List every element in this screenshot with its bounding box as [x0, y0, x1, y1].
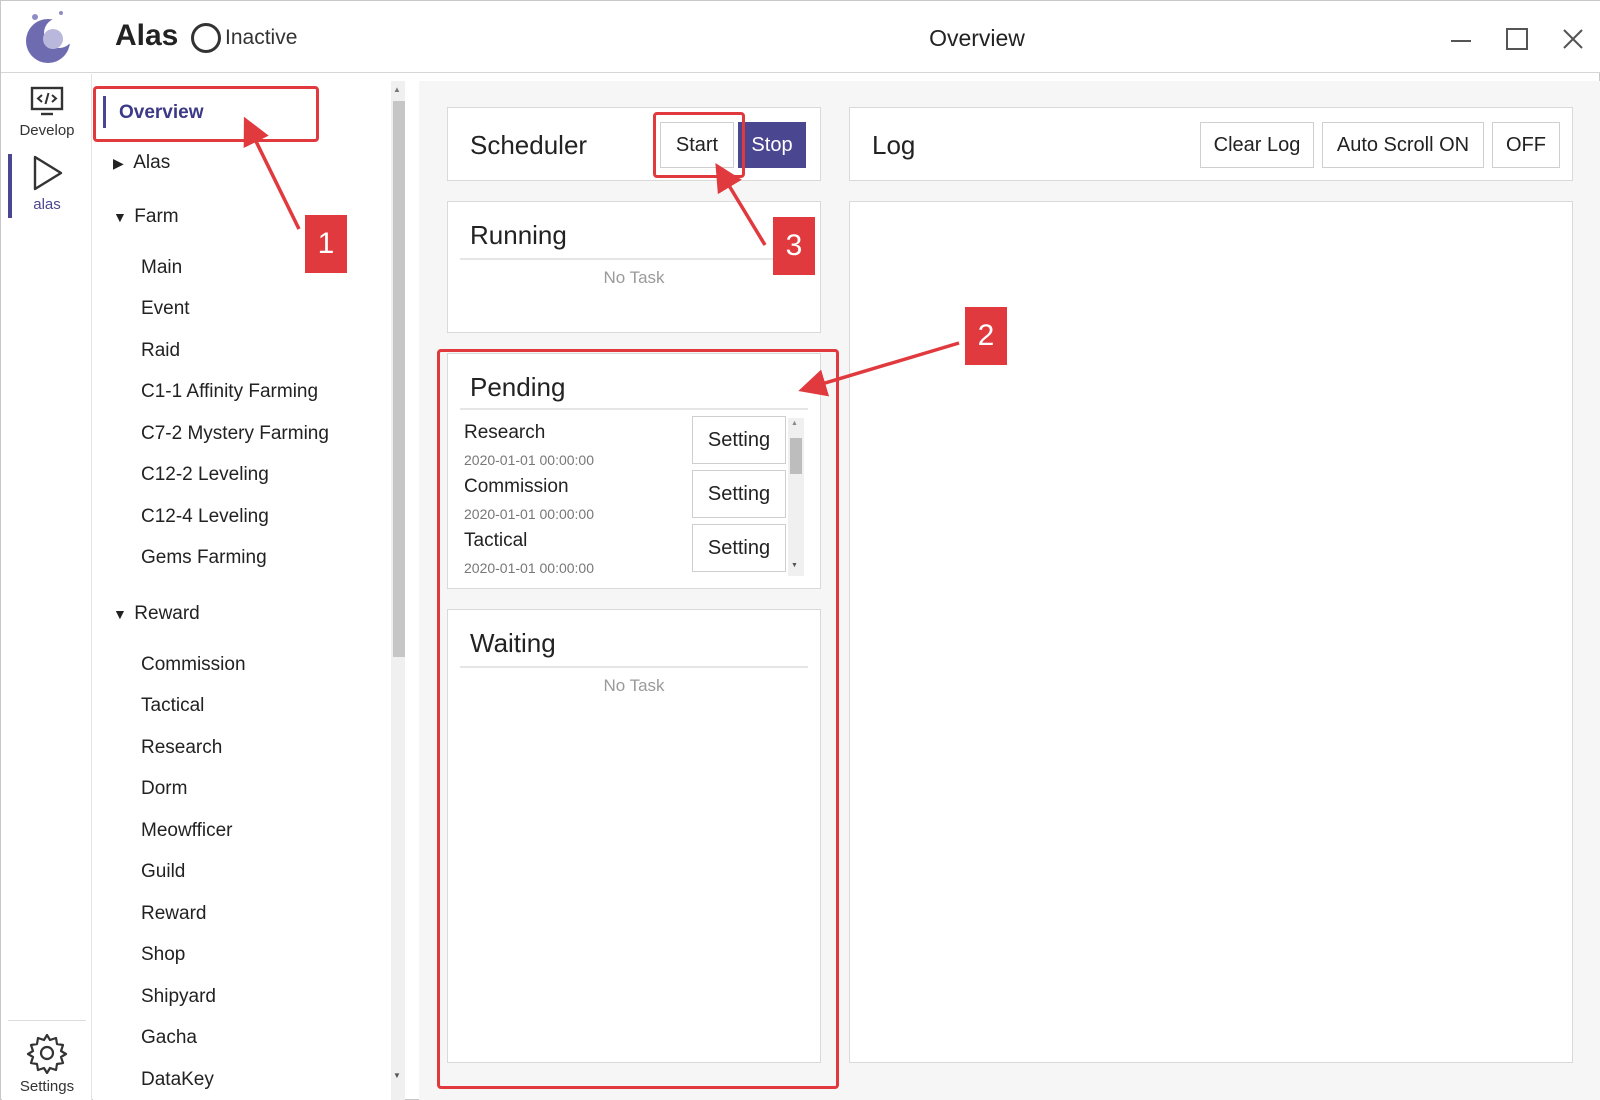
caret-right-icon: ▶: [113, 155, 124, 171]
nav-scrollbar-thumb[interactable]: [393, 101, 405, 657]
nav-item-tactical[interactable]: Tactical: [141, 695, 204, 717]
maximize-button[interactable]: [1497, 19, 1537, 59]
status-ring-icon: [191, 23, 221, 53]
rail-alas-label: alas: [33, 196, 61, 213]
annotation-badge-1: 1: [305, 215, 347, 273]
clear-log-button[interactable]: Clear Log: [1200, 122, 1314, 168]
nav-item-shipyard[interactable]: Shipyard: [141, 986, 216, 1008]
scheduler-card: Scheduler Start Stop: [447, 107, 821, 181]
code-monitor-icon: [30, 86, 64, 116]
rail-develop-label: Develop: [19, 122, 75, 139]
status-text: Inactive: [225, 26, 298, 49]
nav-item-dorm[interactable]: Dorm: [141, 778, 187, 800]
annotation-box-pending-waiting: [437, 349, 839, 1089]
nav-item-shop[interactable]: Shop: [141, 944, 185, 966]
nav-item-c7-2[interactable]: C7-2 Mystery Farming: [141, 423, 329, 445]
icon-rail: Develop alas Settings: [2, 74, 92, 1100]
minimize-button[interactable]: [1441, 19, 1481, 59]
nav-item-meowfficer[interactable]: Meowfficer: [141, 820, 233, 842]
status-indicator: Inactive: [191, 23, 297, 53]
auto-scroll-on-button[interactable]: Auto Scroll ON: [1322, 122, 1484, 168]
caret-down-icon: ▼: [113, 606, 127, 622]
auto-scroll-off-button[interactable]: OFF: [1492, 122, 1560, 168]
nav-item-c12-4[interactable]: C12-4 Leveling: [141, 506, 269, 528]
app-name: Alas: [115, 19, 179, 52]
nav-item-c1-1[interactable]: C1-1 Affinity Farming: [141, 381, 318, 403]
running-title: Running: [470, 220, 567, 250]
annotation-box-start: [653, 112, 745, 178]
rail-divider: [8, 1020, 86, 1021]
close-icon: [1563, 29, 1583, 49]
nav-item-main[interactable]: Main: [141, 257, 182, 279]
nav-item-datakey[interactable]: DataKey: [141, 1069, 214, 1091]
scroll-down-arrow-icon[interactable]: ▼: [393, 1071, 401, 1080]
app-window: Alas Inactive Overview Develop alas Sett…: [0, 0, 1600, 1100]
title-bar: Alas Inactive Overview: [1, 1, 1600, 73]
nav-item-gacha[interactable]: Gacha: [141, 1027, 197, 1049]
annotation-badge-2: 2: [965, 307, 1007, 365]
nav-item-reward[interactable]: Reward: [141, 903, 206, 925]
nav-group-farm[interactable]: ▼ Farm: [113, 206, 179, 228]
nav-item-raid[interactable]: Raid: [141, 340, 180, 362]
scroll-up-arrow-icon[interactable]: ▲: [393, 85, 401, 94]
rail-settings-label: Settings: [19, 1078, 75, 1095]
play-icon: [33, 155, 63, 191]
nav-item-guild[interactable]: Guild: [141, 861, 185, 883]
annotation-badge-3: 3: [773, 217, 815, 275]
nav-item-c12-2[interactable]: C12-2 Leveling: [141, 464, 269, 486]
nav-item-event[interactable]: Event: [141, 298, 190, 320]
nav-group-alas[interactable]: ▶ Alas: [113, 152, 170, 174]
close-button[interactable]: [1553, 19, 1593, 59]
gear-icon: [26, 1033, 68, 1075]
log-title: Log: [872, 130, 916, 160]
running-empty-text: No Task: [603, 268, 665, 287]
running-card: Running No Task: [447, 201, 821, 333]
log-output-panel[interactable]: [849, 201, 1573, 1063]
nav-group-reward[interactable]: ▼ Reward: [113, 603, 200, 625]
rail-alas[interactable]: alas: [2, 154, 92, 213]
annotation-box-overview: [93, 86, 319, 142]
rail-develop[interactable]: Develop: [2, 86, 92, 139]
running-divider: [460, 258, 808, 260]
nav-item-research[interactable]: Research: [141, 737, 222, 759]
scheduler-title: Scheduler: [470, 130, 588, 160]
stop-button[interactable]: Stop: [738, 122, 806, 168]
log-header-card: Log Clear Log Auto Scroll ON OFF: [849, 107, 1573, 181]
minimize-icon: [1451, 40, 1471, 42]
alas-logo-icon: [26, 11, 74, 63]
maximize-icon: [1506, 28, 1528, 50]
nav-item-gems[interactable]: Gems Farming: [141, 547, 267, 569]
caret-down-icon: ▼: [113, 209, 127, 225]
nav-scrollbar[interactable]: ▲ ▼: [391, 81, 405, 1100]
nav-item-commission[interactable]: Commission: [141, 654, 246, 676]
rail-settings[interactable]: Settings: [2, 1032, 92, 1095]
